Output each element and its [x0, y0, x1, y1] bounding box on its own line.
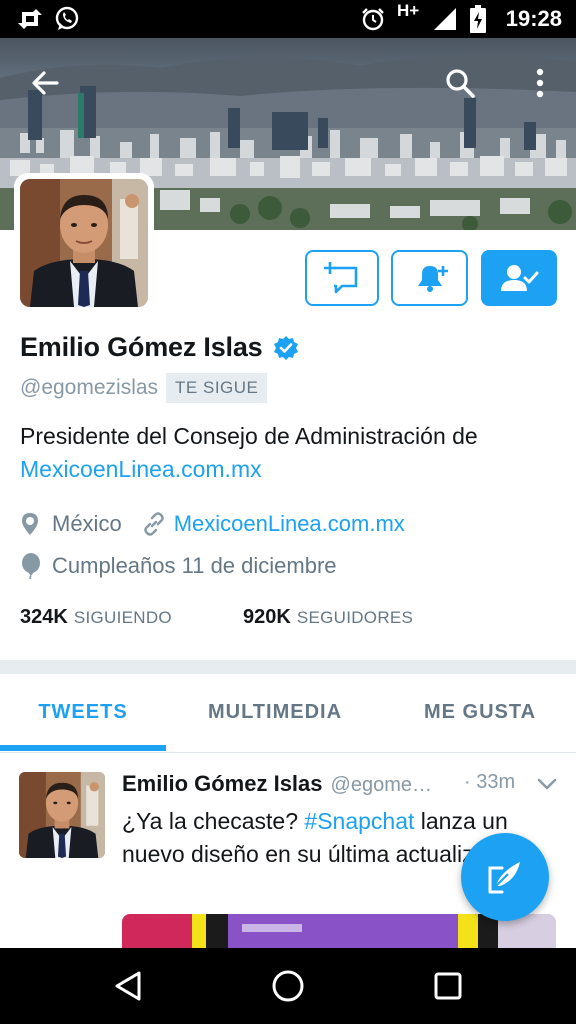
followers-stat[interactable]: 920K SEGUIDORES	[243, 606, 413, 629]
back-triangle-icon	[115, 971, 141, 1001]
bio-text: Presidente del Consejo de Administración…	[20, 423, 478, 449]
profile-website-link[interactable]: MexicoenLinea.com.mx	[174, 511, 405, 537]
handle-row: @egomezislas TE SIGUE	[20, 373, 268, 403]
signal-icon	[432, 0, 458, 38]
arrow-left-icon	[32, 71, 59, 95]
following-count: 324K	[20, 606, 68, 628]
home-circle-icon	[272, 970, 304, 1002]
search-icon	[446, 69, 475, 98]
chevron-down-icon[interactable]	[536, 777, 558, 791]
avatar	[20, 179, 148, 307]
profile-handle: @egomezislas	[20, 376, 159, 399]
network-type: H+	[397, 1, 420, 20]
follows-you-badge: TE SIGUE	[166, 373, 268, 403]
nav-back-button[interactable]	[80, 948, 176, 1024]
back-button[interactable]	[21, 59, 69, 107]
section-divider	[0, 660, 576, 674]
notifications-button[interactable]	[391, 250, 468, 306]
active-tab-indicator	[0, 745, 166, 751]
clock: 19:28	[505, 6, 562, 31]
profile-birthday: Cumpleaños 11 de diciembre	[52, 553, 337, 578]
battery-charging-icon	[470, 0, 486, 38]
user-check-icon	[501, 265, 539, 291]
profile-tabs: TWEETS MULTIMEDIA ME GUSTA	[0, 674, 576, 753]
search-button[interactable]	[436, 59, 484, 107]
tweet-author-name: Emilio Gómez Islas	[122, 771, 323, 796]
tab-multimedia[interactable]: MULTIMEDIA	[180, 674, 370, 750]
following-button[interactable]	[481, 250, 557, 306]
following-label: SIGUIENDO	[73, 608, 172, 627]
recents-square-icon	[434, 972, 462, 1000]
compose-tweet-icon	[488, 862, 520, 894]
followers-count: 920K	[243, 606, 291, 628]
retweet-icon	[16, 0, 44, 38]
birthday-row: Cumpleaños 11 de diciembre	[20, 553, 337, 579]
location-website-row: México MexicoenLinea.com.mx	[20, 511, 405, 537]
link-icon	[143, 512, 164, 536]
direct-message-icon	[324, 262, 358, 294]
system-nav-bar	[0, 948, 576, 1024]
tab-likes[interactable]: ME GUSTA	[390, 674, 570, 750]
tweet-hashtag[interactable]: #Snapchat	[304, 808, 414, 834]
nav-recents-button[interactable]	[400, 948, 496, 1024]
tweet-text-before: ¿Ya la checaste?	[122, 808, 305, 834]
compose-tweet-button[interactable]	[461, 833, 549, 921]
profile-avatar-frame[interactable]	[14, 173, 154, 313]
nav-home-button[interactable]	[240, 948, 336, 1024]
bell-plus-icon	[417, 266, 448, 292]
tweet-avatar[interactable]	[19, 772, 105, 858]
profile-name: Emilio Gómez Islas	[20, 332, 263, 362]
status-bar: H+ 19:28	[0, 0, 576, 38]
alarm-icon	[361, 0, 385, 38]
balloon-icon	[22, 553, 40, 579]
more-vertical-icon	[536, 68, 544, 98]
tab-tweets[interactable]: TWEETS	[0, 674, 166, 750]
direct-message-button[interactable]	[305, 250, 379, 306]
bio-link[interactable]: MexicoenLinea.com.mx	[20, 456, 262, 482]
profile-bio: Presidente del Consejo de Administración…	[20, 420, 560, 486]
tweet-header: Emilio Gómez Islas @egome… · 33m	[122, 771, 562, 797]
tweet-author-handle: @egome…	[330, 774, 432, 796]
tweet-media-image[interactable]	[122, 914, 556, 948]
more-options-button[interactable]	[516, 59, 564, 107]
location-pin-icon	[22, 513, 38, 535]
followers-label: SEGUIDORES	[296, 608, 414, 627]
profile-location: México	[52, 511, 122, 536]
verified-badge-icon	[273, 335, 298, 360]
profile-name-row: Emilio Gómez Islas	[20, 332, 299, 363]
tweet-timestamp: · 33m	[464, 771, 516, 793]
following-stat[interactable]: 324K SIGUIENDO	[20, 606, 172, 629]
whatsapp-icon	[54, 0, 80, 38]
